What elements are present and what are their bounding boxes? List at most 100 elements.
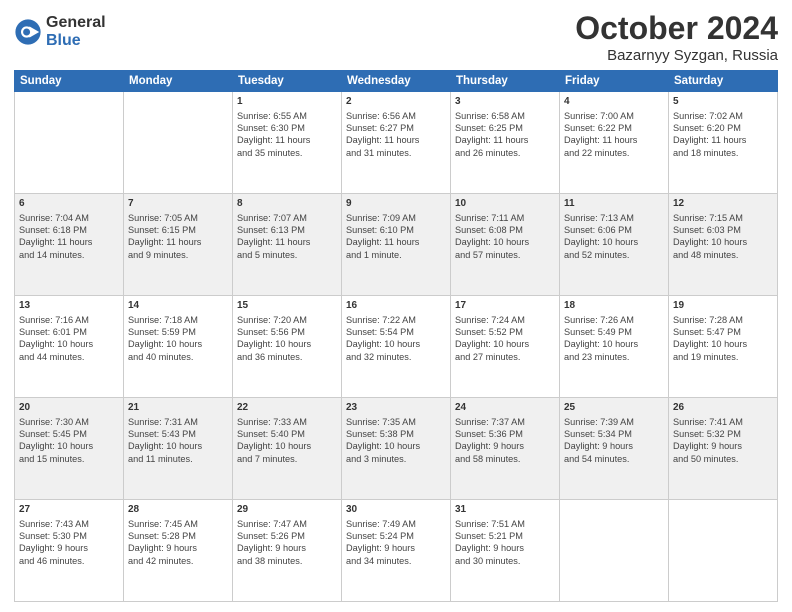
day-detail: Sunset: 5:26 PM [237,530,337,542]
day-detail: and 38 minutes. [237,555,337,567]
day-detail: Sunset: 5:47 PM [673,326,773,338]
page: General Blue October 2024 Bazarnyy Syzga… [0,0,792,612]
day-detail: and 14 minutes. [19,249,119,261]
day-detail: Sunrise: 7:16 AM [19,314,119,326]
day-detail: Sunset: 6:27 PM [346,122,446,134]
day-detail: and 57 minutes. [455,249,555,261]
day-detail: and 42 minutes. [128,555,228,567]
day-detail: and 15 minutes. [19,453,119,465]
logo: General Blue [14,14,106,49]
day-number: 10 [455,197,555,211]
day-detail: Sunrise: 7:30 AM [19,416,119,428]
day-number: 6 [19,197,119,211]
day-detail: Daylight: 10 hours [673,338,773,350]
day-detail: Sunset: 5:40 PM [237,428,337,440]
day-detail: and 7 minutes. [237,453,337,465]
day-detail: Daylight: 10 hours [237,440,337,452]
day-detail: Sunset: 5:43 PM [128,428,228,440]
day-number: 31 [455,503,555,517]
day-number: 15 [237,299,337,313]
day-detail: Sunset: 6:22 PM [564,122,664,134]
day-detail: Sunset: 6:30 PM [237,122,337,134]
calendar-cell [124,92,233,194]
day-detail: and 1 minute. [346,249,446,261]
calendar-cell: 25Sunrise: 7:39 AMSunset: 5:34 PMDayligh… [560,398,669,500]
day-detail: Daylight: 9 hours [128,542,228,554]
day-number: 18 [564,299,664,313]
day-number: 25 [564,401,664,415]
day-detail: Sunset: 5:59 PM [128,326,228,338]
day-number: 28 [128,503,228,517]
day-detail: Sunrise: 7:37 AM [455,416,555,428]
day-number: 11 [564,197,664,211]
calendar-cell: 10Sunrise: 7:11 AMSunset: 6:08 PMDayligh… [451,194,560,296]
calendar-cell: 3Sunrise: 6:58 AMSunset: 6:25 PMDaylight… [451,92,560,194]
day-detail: Sunset: 5:30 PM [19,530,119,542]
day-detail: and 46 minutes. [19,555,119,567]
calendar-cell: 4Sunrise: 7:00 AMSunset: 6:22 PMDaylight… [560,92,669,194]
day-detail: Sunrise: 7:31 AM [128,416,228,428]
calendar-cell [669,500,778,602]
day-detail: Daylight: 10 hours [237,338,337,350]
day-detail: Sunrise: 7:11 AM [455,212,555,224]
day-detail: and 5 minutes. [237,249,337,261]
day-detail: Daylight: 9 hours [564,440,664,452]
day-detail: Daylight: 10 hours [564,236,664,248]
month-title: October 2024 [575,10,778,47]
day-detail: Daylight: 11 hours [455,134,555,146]
day-detail: Sunrise: 7:43 AM [19,518,119,530]
day-detail: Sunset: 6:25 PM [455,122,555,134]
day-number: 2 [346,95,446,109]
day-detail: Sunset: 5:21 PM [455,530,555,542]
day-number: 29 [237,503,337,517]
day-header-sunday: Sunday [15,71,124,92]
day-detail: Sunset: 5:24 PM [346,530,446,542]
week-row-5: 27Sunrise: 7:43 AMSunset: 5:30 PMDayligh… [15,500,778,602]
day-detail: Sunset: 6:20 PM [673,122,773,134]
day-number: 7 [128,197,228,211]
calendar-cell: 23Sunrise: 7:35 AMSunset: 5:38 PMDayligh… [342,398,451,500]
calendar-cell: 29Sunrise: 7:47 AMSunset: 5:26 PMDayligh… [233,500,342,602]
day-detail: Sunrise: 7:15 AM [673,212,773,224]
calendar-cell: 17Sunrise: 7:24 AMSunset: 5:52 PMDayligh… [451,296,560,398]
calendar-cell: 2Sunrise: 6:56 AMSunset: 6:27 PMDaylight… [342,92,451,194]
day-number: 26 [673,401,773,415]
day-detail: Daylight: 10 hours [564,338,664,350]
calendar-cell: 16Sunrise: 7:22 AMSunset: 5:54 PMDayligh… [342,296,451,398]
day-detail: Sunset: 5:28 PM [128,530,228,542]
day-detail: and 35 minutes. [237,147,337,159]
calendar-cell: 24Sunrise: 7:37 AMSunset: 5:36 PMDayligh… [451,398,560,500]
day-detail: Sunrise: 7:22 AM [346,314,446,326]
day-detail: Sunrise: 7:24 AM [455,314,555,326]
day-detail: Daylight: 11 hours [346,236,446,248]
day-detail: Sunset: 5:38 PM [346,428,446,440]
day-detail: Sunset: 6:06 PM [564,224,664,236]
day-header-thursday: Thursday [451,71,560,92]
day-number: 12 [673,197,773,211]
day-detail: Sunrise: 7:00 AM [564,110,664,122]
day-detail: Sunset: 5:36 PM [455,428,555,440]
day-detail: Daylight: 9 hours [237,542,337,554]
day-detail: Daylight: 10 hours [128,338,228,350]
day-detail: and 19 minutes. [673,351,773,363]
day-number: 17 [455,299,555,313]
day-detail: Daylight: 11 hours [19,236,119,248]
day-detail: Sunrise: 7:51 AM [455,518,555,530]
day-detail: Daylight: 11 hours [564,134,664,146]
day-detail: Daylight: 9 hours [673,440,773,452]
day-detail: and 11 minutes. [128,453,228,465]
logo-text: General Blue [46,14,106,49]
calendar-cell: 7Sunrise: 7:05 AMSunset: 6:15 PMDaylight… [124,194,233,296]
day-detail: Daylight: 11 hours [237,134,337,146]
calendar-cell: 11Sunrise: 7:13 AMSunset: 6:06 PMDayligh… [560,194,669,296]
day-detail: Daylight: 9 hours [346,542,446,554]
week-row-3: 13Sunrise: 7:16 AMSunset: 6:01 PMDayligh… [15,296,778,398]
day-detail: Sunrise: 7:47 AM [237,518,337,530]
day-detail: and 34 minutes. [346,555,446,567]
logo-blue-text: Blue [46,32,106,50]
day-detail: and 26 minutes. [455,147,555,159]
day-detail: Sunset: 6:08 PM [455,224,555,236]
day-number: 30 [346,503,446,517]
day-detail: Daylight: 11 hours [346,134,446,146]
calendar-header-row: SundayMondayTuesdayWednesdayThursdayFrid… [15,71,778,92]
